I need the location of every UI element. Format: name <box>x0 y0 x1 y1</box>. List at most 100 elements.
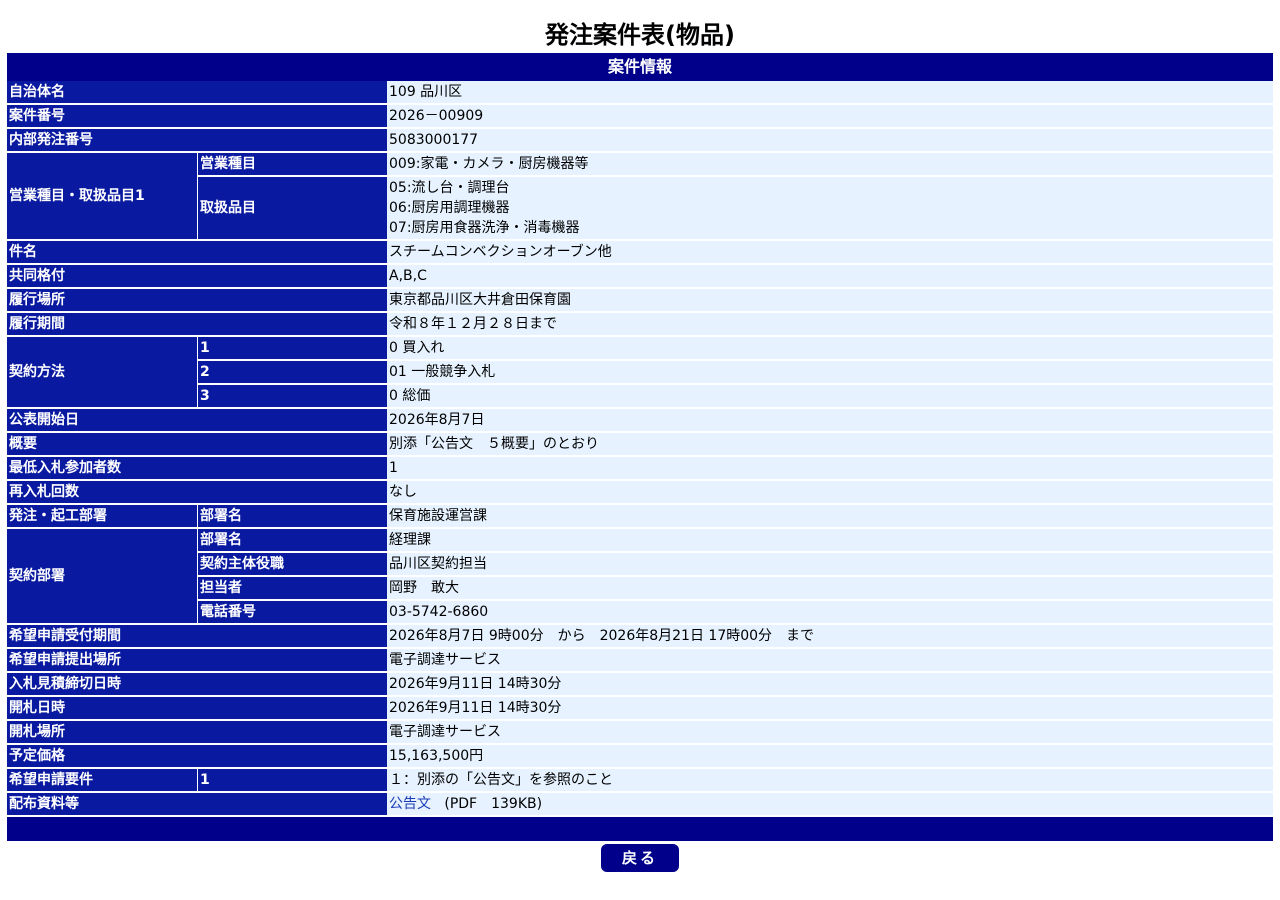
case-info-panel: 案件情報 自治体名 109 品川区 案件番号 2026－00909 内部発注番号… <box>7 53 1273 841</box>
row-hacchu-busho: 発注・起工部署 部署名 保育施設運営課 <box>7 505 1273 527</box>
row-sainyusatsu: 再入札回数 なし <box>7 481 1273 503</box>
value-jichitai: 109 品川区 <box>387 81 1273 103</box>
keiyaku-busho-sub-label: 部署名 <box>197 529 387 551</box>
bottom-bar <box>7 817 1273 841</box>
label-teishutsu: 希望申請提出場所 <box>7 649 387 671</box>
case-info-table: 自治体名 109 品川区 案件番号 2026－00909 内部発注番号 5083… <box>7 79 1273 817</box>
file-info: (PDF 139KB) <box>444 796 543 812</box>
row-keiyaku-hoho-2: 2 01 一般競争入札 <box>7 361 1273 383</box>
value-eigyo-shumoku: 009:家電・カメラ・厨房機器等 <box>387 153 1273 175</box>
label-yoken: 希望申請要件 <box>7 769 197 791</box>
keiyaku-hoho-num: 1 <box>197 337 387 359</box>
row-keiyaku-hoho-1: 契約方法 1 0 買入れ <box>7 337 1273 407</box>
row-teishutsu: 希望申請提出場所 電子調達サービス <box>7 649 1273 671</box>
keiyaku-busho-value: 品川区契約担当 <box>387 553 1273 575</box>
label-hacchu-busho-name: 部署名 <box>197 505 387 527</box>
value-teishutsu: 電子調達サービス <box>387 649 1273 671</box>
keiyaku-busho-sub-label: 電話番号 <box>197 601 387 623</box>
keiyaku-busho-value: 経理課 <box>387 529 1273 551</box>
value-kaisatsu-nichiji: 2026年9月11日 14時30分 <box>387 697 1273 719</box>
row-gaiyo: 概要 別添「公告文 ５概要」のとおり <box>7 433 1273 455</box>
value-haifu: 公告文 (PDF 139KB) <box>387 793 1273 815</box>
label-jichitai: 自治体名 <box>7 81 387 103</box>
row-keiyaku-busho-3: 担当者 岡野 敢大 <box>7 577 1273 599</box>
row-kohyo: 公表開始日 2026年8月7日 <box>7 409 1273 431</box>
value-kaisatsu-basho: 電子調達サービス <box>387 721 1273 743</box>
keiyaku-busho-sub-label: 担当者 <box>197 577 387 599</box>
keiyaku-busho-value: 岡野 敢大 <box>387 577 1273 599</box>
keiyaku-hoho-num: 2 <box>197 361 387 383</box>
keiyaku-hoho-value: 0 買入れ <box>387 337 1273 359</box>
value-toriatsukai-hinmoku: 05:流し台・調理台 06:厨房用調理機器 07:厨房用食器洗浄・消毒機器 <box>387 177 1273 239</box>
row-saitei: 最低入札参加者数 1 <box>7 457 1273 479</box>
label-kenmei: 件名 <box>7 241 387 263</box>
label-kohyo: 公表開始日 <box>7 409 387 431</box>
row-kenmei: 件名 スチームコンベクションオーブン他 <box>7 241 1273 263</box>
back-button[interactable]: 戻る <box>601 844 679 872</box>
keiyaku-hoho-num: 3 <box>197 385 387 407</box>
value-basho: 東京都品川区大井倉田保育園 <box>387 289 1273 311</box>
keiyaku-hoho-value: 0 総価 <box>387 385 1273 407</box>
value-yotei: 15,163,500円 <box>387 745 1273 767</box>
value-anken-no: 2026－00909 <box>387 105 1273 127</box>
label-eigyo-shumoku: 営業種目 <box>197 153 387 175</box>
row-yotei: 予定価格 15,163,500円 <box>7 745 1273 767</box>
label-keiyaku-busho: 契約部署 <box>7 529 197 623</box>
value-saitei: 1 <box>387 457 1273 479</box>
hinmoku-item: 05:流し台・調理台 <box>389 180 510 196</box>
label-sainyusatsu: 再入札回数 <box>7 481 387 503</box>
row-keiyaku-busho-4: 電話番号 03-5742-6860 <box>7 601 1273 623</box>
row-kyodo: 共同格付 A,B,C <box>7 265 1273 287</box>
hinmoku-item: 07:厨房用食器洗浄・消毒機器 <box>389 220 580 236</box>
hinmoku-item: 06:厨房用調理機器 <box>389 200 510 216</box>
koukokubun-link[interactable]: 公告文 <box>389 796 431 812</box>
value-kenmei: スチームコンベクションオーブン他 <box>387 241 1273 263</box>
row-keiyaku-busho-2: 契約主体役職 品川区契約担当 <box>7 553 1273 575</box>
label-toriatsukai-hinmoku: 取扱品目 <box>197 177 387 239</box>
row-toriatsukai-hinmoku: 取扱品目 05:流し台・調理台 06:厨房用調理機器 07:厨房用食器洗浄・消毒… <box>7 177 1273 239</box>
label-kikan: 履行期間 <box>7 313 387 335</box>
value-shimekiri: 2026年9月11日 14時30分 <box>387 673 1273 695</box>
row-haifu: 配布資料等 公告文 (PDF 139KB) <box>7 793 1273 815</box>
label-uketsuke: 希望申請受付期間 <box>7 625 387 647</box>
value-kyodo: A,B,C <box>387 265 1273 287</box>
label-saitei: 最低入札参加者数 <box>7 457 387 479</box>
label-hacchu-busho: 発注・起工部署 <box>7 505 197 527</box>
row-uketsuke: 希望申請受付期間 2026年8月7日 9時00分 から 2026年8月21日 1… <box>7 625 1273 647</box>
yoken-num: 1 <box>197 769 387 791</box>
label-basho: 履行場所 <box>7 289 387 311</box>
value-sainyusatsu: なし <box>387 481 1273 503</box>
row-shimekiri: 入札見積締切日時 2026年9月11日 14時30分 <box>7 673 1273 695</box>
value-gaiyo: 別添「公告文 ５概要」のとおり <box>387 433 1273 455</box>
section-header: 案件情報 <box>7 53 1273 81</box>
label-keiyaku-hoho: 契約方法 <box>7 337 197 407</box>
label-naibu-no: 内部発注番号 <box>7 129 387 151</box>
label-kaisatsu-nichiji: 開札日時 <box>7 697 387 719</box>
row-yoken: 希望申請要件 1 １：別添の「公告文」を参照のこと <box>7 769 1273 791</box>
page-title: 発注案件表(物品) <box>545 21 735 49</box>
value-naibu-no: 5083000177 <box>387 129 1273 151</box>
row-keiyaku-hoho-3: 3 0 総価 <box>7 385 1273 407</box>
label-yotei: 予定価格 <box>7 745 387 767</box>
row-eigyo-shumoku: 営業種目・取扱品目1 営業種目 009:家電・カメラ・厨房機器等 <box>7 153 1273 239</box>
row-kaisatsu-nichiji: 開札日時 2026年9月11日 14時30分 <box>7 697 1273 719</box>
label-kaisatsu-basho: 開札場所 <box>7 721 387 743</box>
label-gaiyo: 概要 <box>7 433 387 455</box>
value-uketsuke: 2026年8月7日 9時00分 から 2026年8月21日 17時00分 まで <box>387 625 1273 647</box>
row-basho: 履行場所 東京都品川区大井倉田保育園 <box>7 289 1273 311</box>
label-anken-no: 案件番号 <box>7 105 387 127</box>
row-jichitai: 自治体名 109 品川区 <box>7 81 1273 103</box>
keiyaku-hoho-value: 01 一般競争入札 <box>387 361 1273 383</box>
label-kyodo: 共同格付 <box>7 265 387 287</box>
value-yoken: １：別添の「公告文」を参照のこと <box>387 769 1273 791</box>
row-kikan: 履行期間 令和８年１２月２８日まで <box>7 313 1273 335</box>
value-kikan: 令和８年１２月２８日まで <box>387 313 1273 335</box>
row-kaisatsu-basho: 開札場所 電子調達サービス <box>7 721 1273 743</box>
value-kohyo: 2026年8月7日 <box>387 409 1273 431</box>
label-haifu: 配布資料等 <box>7 793 387 815</box>
keiyaku-busho-sub-label: 契約主体役職 <box>197 553 387 575</box>
label-shimekiri: 入札見積締切日時 <box>7 673 387 695</box>
keiyaku-busho-value: 03-5742-6860 <box>387 601 1273 623</box>
value-hacchu-busho: 保育施設運営課 <box>387 505 1273 527</box>
row-naibu-no: 内部発注番号 5083000177 <box>7 129 1273 151</box>
